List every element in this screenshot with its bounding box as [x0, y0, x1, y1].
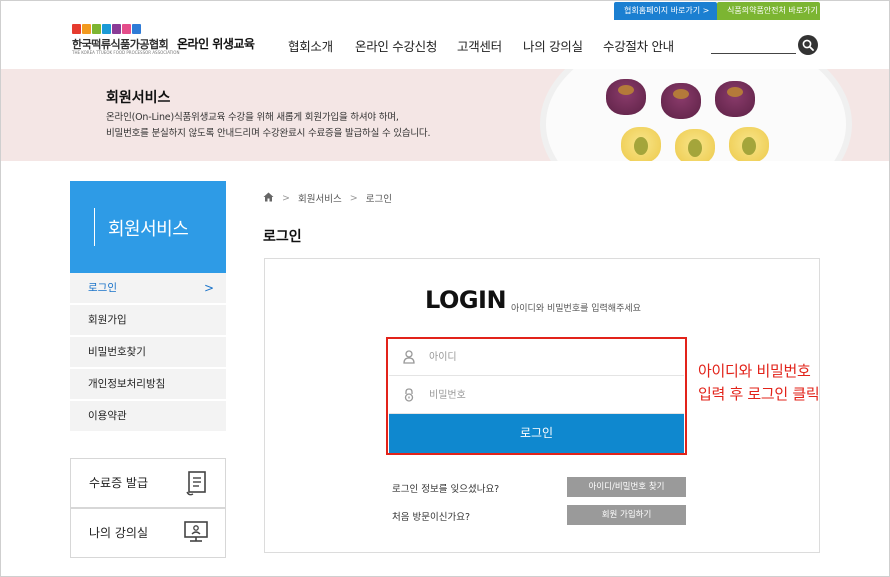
quick-link-label: 나의 강의실	[89, 526, 149, 540]
banner-desc-line: 비밀번호를 분실하지 않도록 안내드리며 수강완료시 수료증을 발급하실 수 있…	[106, 128, 431, 139]
banner-rice-cake	[606, 79, 646, 115]
banner-desc-line: 온라인(On-Line)식품위생교육 수강을 위해 새롭게 회원가입을 하셔야 …	[106, 112, 399, 123]
breadcrumb-separator: >	[349, 192, 358, 204]
sidebar-title: 회원서비스	[108, 219, 189, 240]
sidebar-item-login[interactable]: 로그인 >	[70, 273, 226, 303]
sidebar-header-bar	[94, 208, 95, 246]
page-banner: 회원서비스 온라인(On-Line)식품위생교육 수강을 위해 새롭게 회원가입…	[1, 69, 889, 161]
logo-color-block	[112, 24, 121, 34]
search-icon	[802, 39, 814, 51]
breadcrumb-item-current: 로그인	[365, 194, 392, 205]
sidebar-item-label: 로그인	[88, 282, 117, 294]
breadcrumb: > 회원서비스 > 로그인	[263, 191, 392, 205]
annotation-highlight-box	[386, 337, 687, 455]
search-input[interactable]	[711, 53, 796, 54]
banner-rice-cake	[661, 83, 701, 119]
banner-rice-cake	[715, 81, 755, 117]
logo-color-block	[132, 24, 141, 34]
breadcrumb-separator: >	[282, 192, 290, 204]
banner-rice-cake	[675, 129, 715, 161]
certificate-icon	[186, 471, 206, 496]
logo-color-block	[82, 24, 91, 34]
monitor-icon	[184, 521, 208, 542]
nav-item-guide[interactable]: 수강절차 안내	[603, 36, 674, 55]
logo-color-block	[122, 24, 131, 34]
nav-item-my-classroom[interactable]: 나의 강의실	[523, 36, 583, 55]
first-visit-question: 처음 방문이신가요?	[392, 512, 470, 523]
site-logo[interactable]: 한국떡류식품가공협회 온라인 위생교육 THE KOREA TTUEOK FOO…	[72, 24, 256, 56]
logo-english-name: THE KOREA TTUEOK FOOD PROCESSOR ASSOCIAT…	[72, 50, 180, 55]
forgot-info-question: 로그인 정보를 잊으셨나요?	[392, 484, 500, 495]
nav-item-enroll[interactable]: 온라인 수강신청	[355, 36, 437, 55]
sidebar-header: 회원서비스	[70, 181, 226, 273]
nav-item-support[interactable]: 고객센터	[457, 36, 502, 55]
banner-title: 회원서비스	[106, 90, 171, 106]
login-subheading: 아이디와 비밀번호를 입력해주세요	[511, 304, 641, 314]
my-classroom-button[interactable]: 나의 강의실	[70, 508, 226, 558]
find-id-password-button[interactable]: 아이디/비밀번호 찾기	[567, 477, 686, 497]
home-icon[interactable]	[263, 192, 274, 205]
logo-mark	[72, 24, 141, 34]
search-button[interactable]	[798, 35, 818, 55]
logo-color-block	[92, 24, 101, 34]
callout-line: 입력 후 로그인 클릭	[698, 385, 820, 403]
page-title: 로그인	[263, 229, 302, 245]
sidebar-item-terms[interactable]: 이용약관	[70, 401, 226, 431]
quick-link-label: 수료증 발급	[89, 476, 149, 490]
callout-line: 아이디와 비밀번호	[698, 362, 811, 380]
logo-color-block	[102, 24, 111, 34]
sign-up-button[interactable]: 회원 가입하기	[567, 505, 686, 525]
annotation-callout: 아이디와 비밀번호 입력 후 로그인 클릭	[698, 360, 820, 406]
sidebar-item-privacy-policy[interactable]: 개인정보처리방침	[70, 369, 226, 399]
login-heading: LOGIN	[425, 286, 507, 314]
banner-rice-cake	[621, 127, 661, 161]
logo-color-block	[72, 24, 81, 34]
nav-item-about[interactable]: 협회소개	[288, 36, 333, 55]
sidebar-item-join[interactable]: 회원가입	[70, 305, 226, 335]
logo-program-name: 온라인 위생교육	[177, 37, 255, 51]
sidebar-item-find-password[interactable]: 비밀번호찾기	[70, 337, 226, 367]
chevron-right-icon: >	[203, 281, 214, 295]
certificate-issue-button[interactable]: 수료증 발급	[70, 458, 226, 508]
mfds-home-link[interactable]: 식품의약품안전처 바로가기 >	[717, 2, 827, 20]
banner-description: 온라인(On-Line)식품위생교육 수강을 위해 새롭게 회원가입을 하셔야 …	[106, 110, 430, 142]
association-home-link[interactable]: 협회홈페이지 바로가기 >	[614, 2, 717, 20]
banner-rice-cake	[729, 127, 769, 161]
breadcrumb-item[interactable]: 회원서비스	[298, 191, 342, 205]
